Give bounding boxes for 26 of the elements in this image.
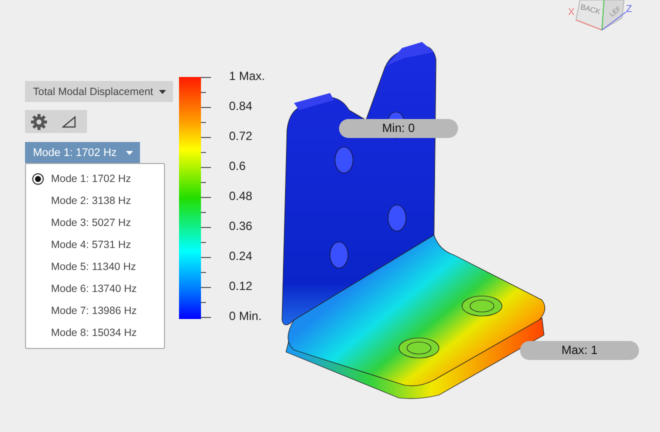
mode-option[interactable]: Mode 1: 1702 Hz xyxy=(26,168,164,190)
scale-label: 0.6 xyxy=(229,159,246,173)
radio-button xyxy=(32,173,44,185)
scale-label: 0.48 xyxy=(229,189,252,203)
scale-label: 0.72 xyxy=(229,129,252,143)
scale-label: 0 Min. xyxy=(229,309,262,323)
triangle-icon[interactable] xyxy=(62,116,76,128)
mode-option[interactable]: Mode 3: 5027 Hz xyxy=(26,212,164,234)
caret-icon xyxy=(126,150,133,154)
scale-label: 1 Max. xyxy=(229,69,266,83)
max-probe-label: Max: 1 xyxy=(520,341,639,360)
axis-label: Z xyxy=(626,4,632,15)
result-type-dropdown[interactable]: Total Modal Displacement xyxy=(25,81,174,102)
mode-option[interactable]: Mode 7: 13986 Hz xyxy=(26,300,164,322)
mode-option[interactable]: Mode 5: 11340 Hz xyxy=(26,256,164,278)
axis-label: X xyxy=(568,7,575,18)
mode-option[interactable]: Mode 2: 3138 Hz xyxy=(26,190,164,212)
caret-icon xyxy=(159,90,166,94)
scale-label: 0.36 xyxy=(229,219,252,233)
mode-option[interactable]: Mode 6: 13740 Hz xyxy=(26,278,164,300)
mode-option[interactable]: Mode 8: 15034 Hz xyxy=(26,322,164,344)
scale-label: 0.12 xyxy=(229,279,252,293)
min-probe-label: Min: 0 xyxy=(339,119,458,138)
mode-option[interactable]: Mode 4: 5731 Hz xyxy=(26,234,164,256)
scale-label: 0.24 xyxy=(229,249,252,263)
scale-label: 0.84 xyxy=(229,99,252,113)
